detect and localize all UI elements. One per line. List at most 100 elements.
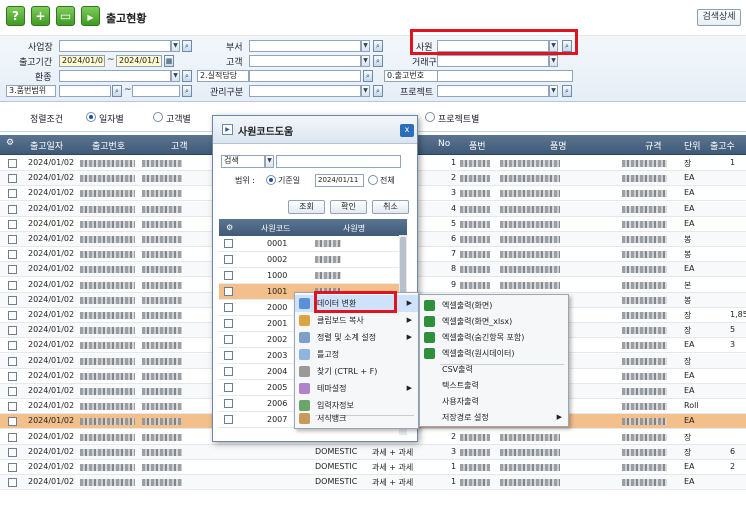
sort-by-date-radio[interactable] — [86, 112, 96, 122]
row-checkbox[interactable] — [8, 235, 17, 244]
base-date-input[interactable]: 2024/01/11 — [315, 174, 364, 187]
menu-theme[interactable]: 테마설정 ▶ — [295, 380, 418, 397]
popup-grid-settings-icon[interactable]: ⚙ — [226, 223, 233, 232]
currency-search-icon[interactable]: ⌕ — [182, 70, 192, 82]
col-employee-code[interactable]: 사원코드 — [261, 223, 290, 234]
row-checkbox[interactable] — [8, 371, 17, 381]
menu-form-bank[interactable]: 서식뱅크 — [295, 410, 418, 427]
trade-type-dropdown[interactable]: ▼ — [549, 55, 558, 67]
row-checkbox[interactable] — [8, 341, 17, 351]
cancel-button[interactable]: 취소 — [372, 200, 409, 214]
col-item-name[interactable]: 품명 — [550, 139, 567, 152]
all-radio[interactable] — [368, 175, 378, 185]
table-row[interactable]: 2024/01/02 DOMESTIC 과세 + 과세 1 EA 2 — [0, 460, 746, 475]
employee-row-checkbox[interactable] — [224, 399, 233, 408]
add-button[interactable]: + — [31, 6, 50, 26]
employee-row-checkbox[interactable] — [224, 287, 233, 296]
search-keyword-input[interactable] — [276, 155, 401, 168]
dialog-close-button[interactable]: x — [400, 124, 414, 137]
row-checkbox[interactable] — [8, 204, 17, 214]
row-checkbox[interactable] — [8, 402, 17, 412]
play-button[interactable]: ▶ — [81, 6, 100, 26]
employee-row[interactable]: 1000 — [219, 268, 399, 284]
row-checkbox[interactable] — [8, 219, 17, 229]
date-to-input[interactable]: 2024/01/11 — [116, 55, 162, 67]
item-range-from[interactable] — [59, 85, 111, 97]
submenu-excel-hidden[interactable]: 엑셀출력(숨긴항목 포함) — [420, 329, 568, 346]
sort-by-customer-radio[interactable] — [153, 112, 163, 122]
trade-type-select[interactable] — [437, 55, 549, 67]
row-checkbox[interactable] — [8, 295, 17, 305]
project-search-icon[interactable]: ⌕ — [562, 85, 572, 97]
business-search-icon[interactable]: ⌕ — [182, 40, 192, 52]
col-item-code[interactable]: 품번 — [469, 139, 486, 152]
col-customer[interactable]: 고객 — [171, 139, 188, 152]
employee-row-checkbox[interactable] — [224, 335, 233, 344]
dept-input[interactable] — [249, 40, 361, 52]
employee-row-checkbox[interactable] — [224, 319, 233, 328]
submenu-csv[interactable]: CSV출력 — [420, 361, 568, 378]
customer-dropdown[interactable]: ▼ — [361, 55, 370, 67]
row-checkbox[interactable] — [8, 159, 17, 168]
row-checkbox[interactable] — [8, 463, 17, 472]
row-checkbox[interactable] — [8, 280, 17, 290]
employee-row-checkbox[interactable] — [224, 351, 233, 360]
menu-sort-subtotal[interactable]: 정렬 및 소계 설정 ▶ — [295, 329, 418, 346]
business-input[interactable] — [59, 40, 171, 52]
row-checkbox[interactable] — [8, 265, 17, 275]
submenu-excel-screen[interactable]: 엑셀출력(화면) — [420, 297, 568, 314]
row-checkbox[interactable] — [8, 189, 17, 199]
ok-button[interactable]: 확인 — [330, 200, 367, 214]
col-spec[interactable]: 규격 — [645, 139, 662, 152]
row-checkbox[interactable] — [8, 356, 17, 366]
ship-no-input[interactable] — [437, 70, 573, 82]
query-button[interactable]: 조회 — [288, 200, 325, 214]
currency-dropdown[interactable]: ▼ — [171, 70, 180, 82]
row-checkbox[interactable] — [8, 326, 17, 336]
employee-row-checkbox[interactable] — [224, 303, 233, 312]
col-ship-no[interactable]: 출고번호 — [92, 139, 125, 152]
screen-button[interactable]: ▭ — [56, 6, 75, 26]
detail-search-button[interactable]: 검색상세 — [697, 9, 741, 26]
customer-input[interactable] — [249, 55, 361, 67]
row-checkbox[interactable] — [8, 387, 17, 396]
row-checkbox[interactable] — [8, 174, 17, 184]
item-to-search-icon[interactable]: ⌕ — [182, 85, 192, 97]
row-checkbox[interactable] — [8, 311, 17, 320]
col-employee-name[interactable]: 사원명 — [343, 223, 365, 234]
employee-row[interactable]: 0002 — [219, 252, 399, 268]
mgmt-type-dropdown[interactable]: ▼ — [361, 85, 370, 97]
col-unit[interactable]: 단위 — [684, 139, 701, 152]
row-checkbox[interactable] — [8, 432, 17, 442]
submenu-save-path[interactable]: 저장경로 설정 ▶ — [420, 409, 568, 426]
ship-no-select[interactable]: 0.출고번호 — [384, 70, 438, 82]
table-row[interactable]: 2024/01/02 DOMESTIC 과세 + 과세 3 장 6 — [0, 444, 746, 460]
employee-row-checkbox[interactable] — [224, 271, 233, 280]
perf-owner-input[interactable] — [249, 70, 361, 82]
employee-row-checkbox[interactable] — [224, 383, 233, 392]
col-ship-date[interactable]: 출고일자 — [30, 139, 63, 152]
row-checkbox[interactable] — [8, 250, 17, 260]
item-from-search-icon[interactable]: ⌕ — [112, 85, 122, 97]
project-dropdown[interactable]: ▼ — [549, 85, 558, 97]
search-type-dropdown[interactable]: ▼ — [265, 155, 274, 168]
menu-freeze[interactable]: 틀고정 — [295, 346, 418, 363]
employee-row-checkbox[interactable] — [224, 415, 233, 424]
menu-clipboard-copy[interactable]: 클립보드 복사 ▶ — [295, 312, 418, 329]
employee-row-checkbox[interactable] — [224, 367, 233, 376]
grid-settings-icon[interactable]: ⚙ — [6, 138, 14, 148]
search-type-select[interactable]: 검색 — [221, 155, 265, 168]
currency-input[interactable] — [59, 70, 171, 82]
submenu-user-output[interactable]: 사용자출력 — [420, 393, 568, 410]
dept-dropdown[interactable]: ▼ — [361, 40, 370, 52]
employee-row[interactable]: 0001 — [219, 236, 399, 252]
employee-row-checkbox[interactable] — [224, 239, 233, 248]
customer-search-icon[interactable]: ⌕ — [373, 55, 383, 67]
table-row[interactable]: 2024/01/02 DOMESTIC 과세 + 과세 1 EA — [0, 475, 746, 491]
dept-search-icon[interactable]: ⌕ — [373, 40, 383, 52]
item-range-to[interactable] — [132, 85, 180, 97]
menu-find[interactable]: 찾기 (CTRL + F) — [295, 363, 418, 380]
help-button[interactable]: ? — [6, 6, 25, 26]
submenu-excel-xlsx[interactable]: 엑셀출력(화면_xlsx) — [420, 313, 568, 330]
project-input[interactable] — [437, 85, 549, 97]
